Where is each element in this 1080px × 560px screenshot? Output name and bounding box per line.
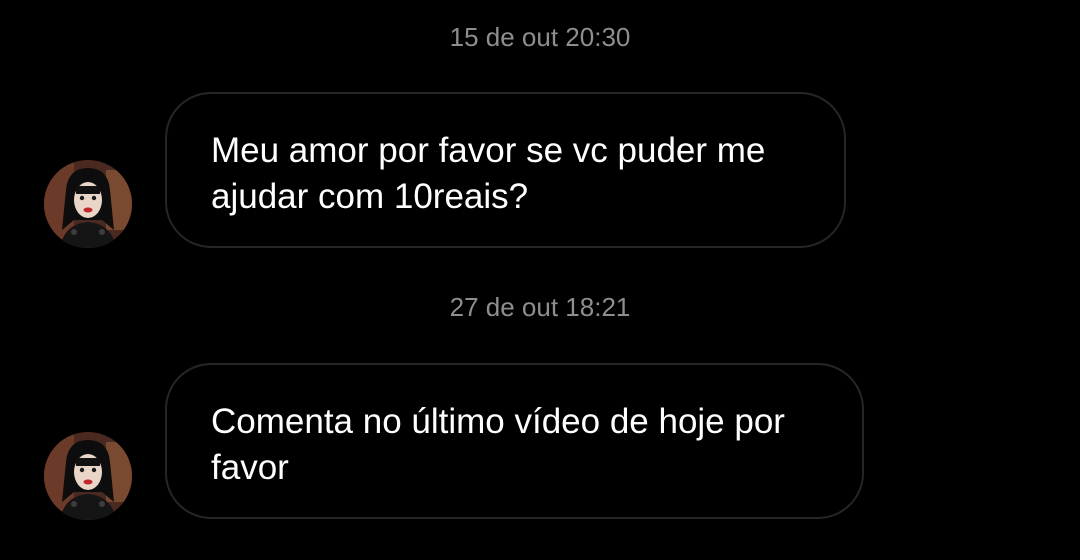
sender-avatar[interactable] [44, 432, 132, 520]
sender-avatar[interactable] [44, 160, 132, 248]
message-bubble[interactable]: Meu amor por favor se vc puder me ajudar… [165, 92, 846, 248]
message-bubble[interactable]: Comenta no último vídeo de hoje por favo… [165, 363, 864, 519]
profile-photo-avatar-icon [44, 432, 132, 520]
message-timestamp: 15 de out 20:30 [449, 22, 631, 52]
message-timestamp: 27 de out 18:21 [449, 292, 631, 322]
message-text: Comenta no último vídeo de hoje por favo… [211, 402, 785, 487]
message-text: Meu amor por favor se vc puder me ajudar… [211, 131, 766, 216]
profile-photo-avatar-icon [44, 160, 132, 248]
